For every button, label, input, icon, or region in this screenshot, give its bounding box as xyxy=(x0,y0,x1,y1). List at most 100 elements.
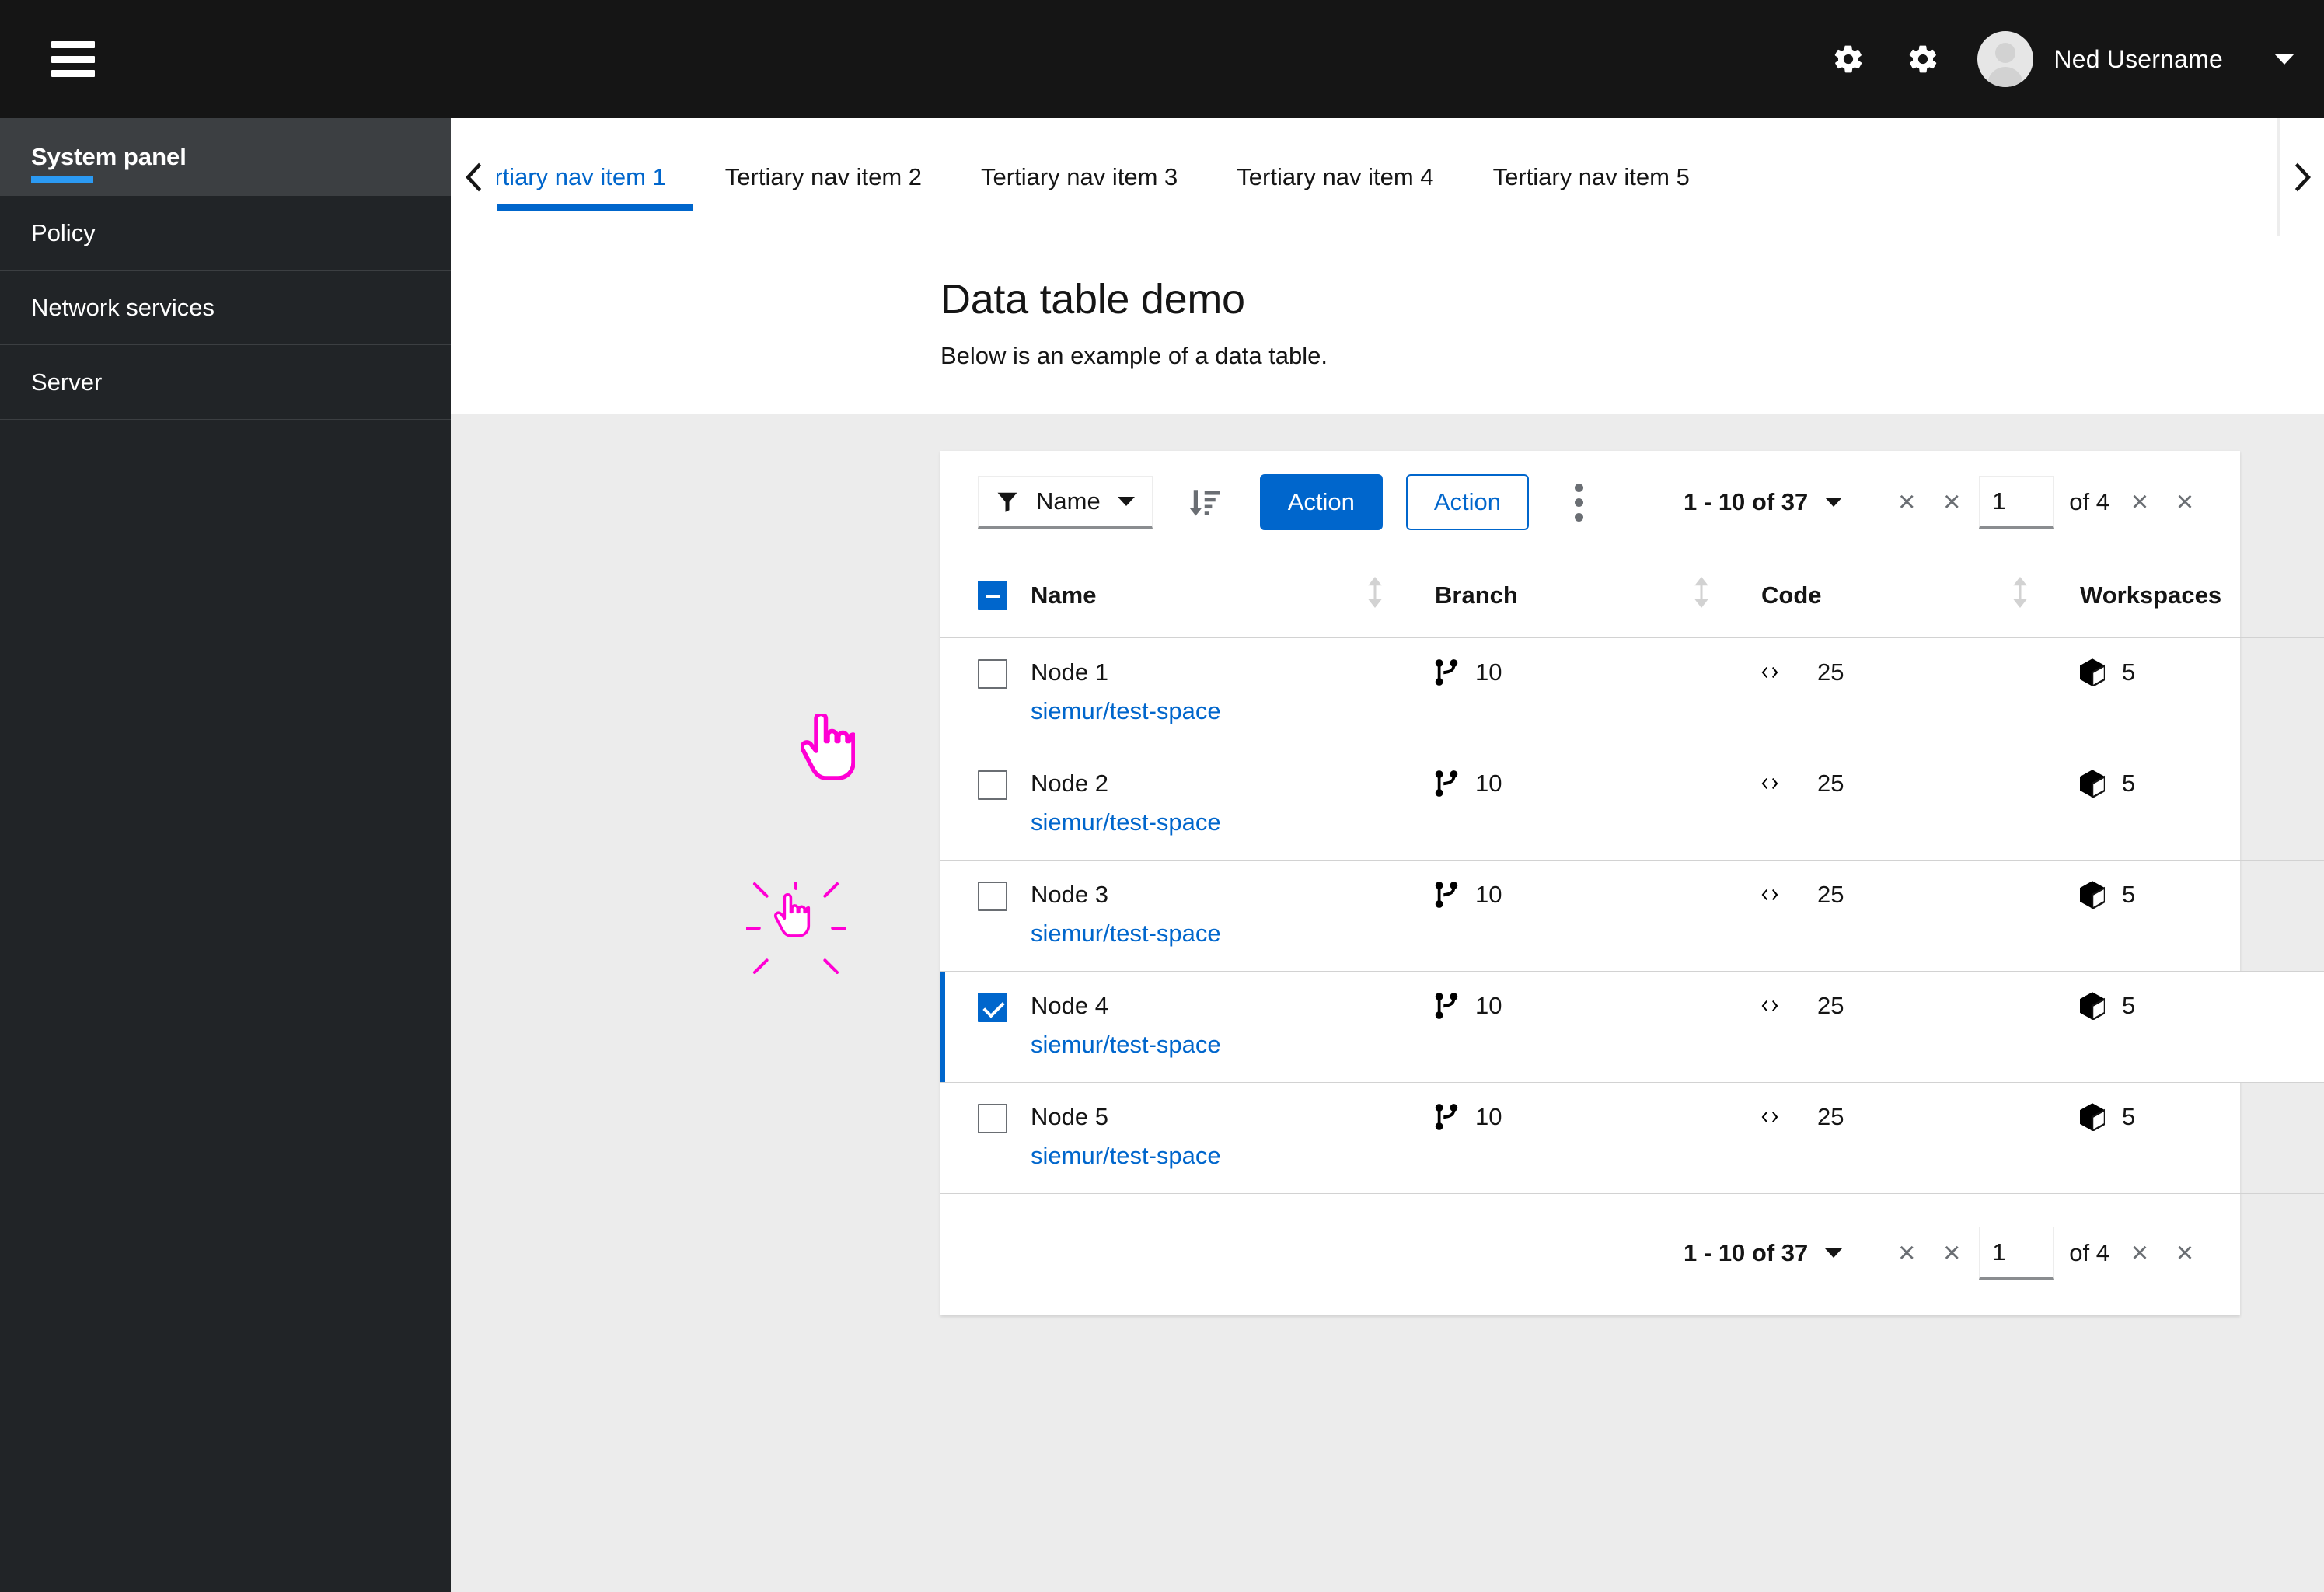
row-spacer xyxy=(2010,1082,2080,1194)
masthead: Ned Username xyxy=(0,0,2324,118)
next-page-button[interactable]: × xyxy=(2117,1231,2162,1276)
sidebar-item-network-services[interactable]: Network services xyxy=(0,271,451,345)
row-select-cell xyxy=(940,749,1031,861)
row-spacer xyxy=(1691,1082,1761,1194)
page-total-label: of 4 xyxy=(2069,1239,2109,1266)
row-workspaces-cell: 5 xyxy=(2080,749,2324,861)
page-total-label: of 4 xyxy=(2069,488,2109,515)
table-row[interactable]: Node 1 siemur/test-space 10 25 5 xyxy=(940,637,2324,749)
node-repo-link[interactable]: siemur/test-space xyxy=(1031,1142,1365,1170)
hamburger-icon[interactable] xyxy=(51,41,95,77)
primary-action-button[interactable]: Action xyxy=(1259,474,1383,530)
row-spacer xyxy=(2010,637,2080,749)
tertiary-nav-item-3[interactable]: Tertiary nav item 3 xyxy=(951,118,1207,236)
last-page-button[interactable]: × xyxy=(2162,480,2207,525)
sidebar-nav: System panel Policy Network services Ser… xyxy=(0,118,451,1592)
page-header: Data table demo Below is an example of a… xyxy=(451,236,2324,414)
tertiary-nav-item-4[interactable]: Tertiary nav item 4 xyxy=(1207,118,1463,236)
row-workspaces-cell: 5 xyxy=(2080,637,2324,749)
prev-page-button[interactable]: × xyxy=(1929,480,1974,525)
kebab-dot xyxy=(1574,483,1583,492)
column-header-workspaces[interactable]: Workspaces xyxy=(2080,553,2324,638)
secondary-action-button[interactable]: Action xyxy=(1405,474,1530,530)
node-name: Node 2 xyxy=(1031,770,1108,797)
row-branch-cell: 10 xyxy=(1435,749,1691,861)
tertiary-nav-label: ertiary nav item 1 xyxy=(497,163,666,190)
sidebar-item-policy[interactable]: Policy xyxy=(0,196,451,271)
sort-amount-down-icon[interactable] xyxy=(1173,472,1234,532)
sort-toggle-name[interactable] xyxy=(1365,553,1435,638)
page-title: Data table demo xyxy=(940,276,1245,323)
branch-count: 10 xyxy=(1475,992,1502,1019)
chevron-right-icon[interactable] xyxy=(2277,118,2324,236)
pagination-options-caret-icon[interactable] xyxy=(1825,1248,1843,1258)
pagination-range-label: 1 - 10 of 37 xyxy=(1684,488,1808,516)
row-name-cell: Node 1 siemur/test-space xyxy=(1031,637,1365,749)
row-spacer xyxy=(2010,749,2080,861)
caret-down-icon[interactable] xyxy=(2274,54,2294,65)
node-name: Node 4 xyxy=(1031,992,1108,1019)
sort-toggle-code[interactable] xyxy=(2010,553,2080,638)
gear-icon-secondary[interactable] xyxy=(1886,22,1960,96)
row-workspaces-cell: 5 xyxy=(2080,1082,2324,1194)
row-workspaces-cell: 5 xyxy=(2080,971,2324,1083)
prev-page-button[interactable]: × xyxy=(1929,1231,1974,1276)
column-header-branch[interactable]: Branch xyxy=(1435,553,1691,638)
user-menu[interactable]: Ned Username xyxy=(1960,31,2223,87)
sidebar-item-system-panel[interactable]: System panel xyxy=(0,118,451,196)
pagination-options-caret-icon[interactable] xyxy=(1825,498,1843,507)
gear-icon-glyph xyxy=(1835,45,1862,73)
gear-icon[interactable] xyxy=(1811,22,1886,96)
row-checkbox[interactable] xyxy=(978,770,1007,800)
sidebar-item-server[interactable]: Server xyxy=(0,345,451,420)
row-checkbox[interactable] xyxy=(978,881,1007,911)
table-row[interactable]: Node 5 siemur/test-space 10 25 5 xyxy=(940,1082,2324,1194)
cube-icon xyxy=(2080,992,2105,1020)
workspaces-count: 5 xyxy=(2122,1103,2136,1130)
tertiary-nav-item-1[interactable]: ertiary nav item 1 xyxy=(497,118,696,236)
row-checkbox[interactable] xyxy=(978,992,1007,1022)
page-number-input[interactable] xyxy=(1979,476,2054,529)
tertiary-nav-item-2[interactable]: Tertiary nav item 2 xyxy=(696,118,951,236)
first-page-button[interactable]: × xyxy=(1884,480,1929,525)
node-repo-link[interactable]: siemur/test-space xyxy=(1031,1031,1365,1059)
caret-down-icon xyxy=(1117,497,1135,506)
tertiary-nav-active-indicator xyxy=(497,204,693,211)
last-page-button[interactable]: × xyxy=(2162,1231,2207,1276)
table-row-selected[interactable]: Node 4 siemur/test-space 10 25 5 xyxy=(940,971,2324,1083)
next-page-button[interactable]: × xyxy=(2117,480,2162,525)
table-row[interactable]: Node 3 siemur/test-space 10 25 5 xyxy=(940,860,2324,972)
node-repo-link[interactable]: siemur/test-space xyxy=(1031,808,1365,836)
row-workspaces-cell: 5 xyxy=(2080,860,2324,972)
row-name-cell: Node 4 siemur/test-space xyxy=(1031,971,1365,1083)
row-name-cell: Node 3 siemur/test-space xyxy=(1031,860,1365,972)
column-header-name[interactable]: Name xyxy=(1031,553,1365,638)
filter-select[interactable]: Name xyxy=(978,476,1153,529)
row-spacer xyxy=(1691,749,1761,861)
table-row[interactable]: Node 2 siemur/test-space 10 25 5 xyxy=(940,749,2324,861)
chevron-left-glyph xyxy=(466,162,482,192)
chevron-left-icon[interactable] xyxy=(451,118,497,236)
pagination-range-text: 1 - 10 of 37 xyxy=(1684,488,1809,515)
row-branch-cell: 10 xyxy=(1435,1082,1691,1194)
node-repo-link[interactable]: siemur/test-space xyxy=(1031,920,1365,948)
toolbar-overflow-menu[interactable] xyxy=(1549,473,1608,532)
row-spacer xyxy=(1691,637,1761,749)
select-all-checkbox[interactable] xyxy=(978,581,1007,611)
first-page-button[interactable]: × xyxy=(1884,1231,1929,1276)
row-checkbox[interactable] xyxy=(978,658,1007,689)
row-spacer xyxy=(2010,860,2080,972)
workspaces-count: 5 xyxy=(2122,770,2136,797)
node-repo-link[interactable]: siemur/test-space xyxy=(1031,697,1365,725)
column-header-code[interactable]: Code xyxy=(1761,553,2010,638)
row-spacer xyxy=(1365,637,1435,749)
hamburger-bar xyxy=(51,41,95,48)
row-spacer xyxy=(1691,971,1761,1083)
column-label: Branch xyxy=(1435,581,1518,609)
page-number-input[interactable] xyxy=(1979,1227,2054,1280)
avatar-body xyxy=(1987,67,2024,87)
sort-toggle-branch[interactable] xyxy=(1691,553,1761,638)
tertiary-nav-item-5[interactable]: Tertiary nav item 5 xyxy=(1464,118,1719,236)
row-checkbox[interactable] xyxy=(978,1103,1007,1133)
row-select-cell xyxy=(940,971,1031,1083)
